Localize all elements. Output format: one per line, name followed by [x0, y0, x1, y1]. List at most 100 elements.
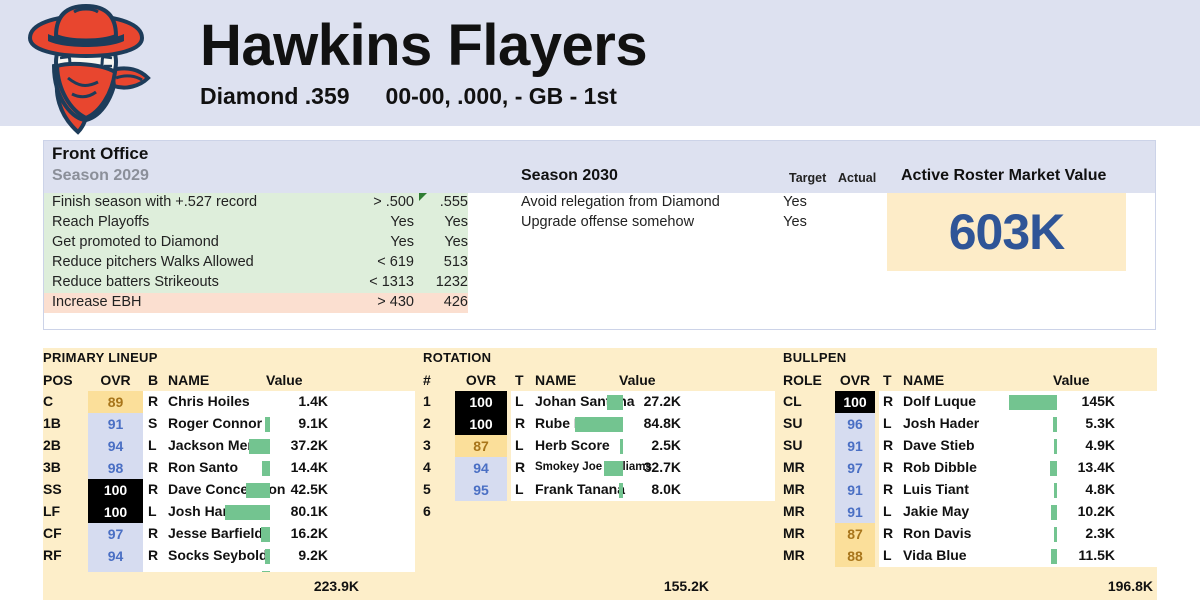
player-value-bar	[249, 439, 270, 454]
goal-actual: 1232	[435, 274, 468, 290]
market-value-amount: 603K	[948, 204, 1066, 260]
season-2029-label: Season 2029	[52, 167, 149, 184]
col-header-hand: B	[148, 372, 159, 388]
player-position: MR	[783, 547, 805, 563]
player-value: 11.5K	[1078, 547, 1115, 563]
player-value: 145K	[1081, 393, 1115, 409]
player-overall-rating: 91	[88, 413, 143, 435]
player-value: 9.1K	[298, 415, 328, 431]
table-row[interactable]: 2100RRube Foster84.8K	[415, 413, 775, 435]
goal-target: Yes	[783, 194, 807, 210]
table-row[interactable]: SS 100 R Dave Concepcion 42.5K	[43, 479, 415, 501]
primary-lineup-table: PRIMARY LINEUP POS OVR B NAME Value C 89 R Chris …	[43, 348, 415, 600]
table-row[interactable]: 4 94 R Smokey Joe Williams 32.7K	[415, 457, 775, 479]
goal-label: Increase EBH	[52, 294, 142, 310]
table-row[interactable]: RF 94 R Socks Seybold 9.2K	[43, 545, 415, 567]
table-row[interactable]: MR 87 R Ron Davis 2.3K	[775, 523, 1157, 545]
player-value: 84.8K	[643, 415, 681, 431]
rotation-header-row: # OVR T NAME Value	[415, 370, 775, 390]
bullpen-header-row: ROLE OVR T NAME Value	[775, 370, 1157, 390]
roster-area: PRIMARY LINEUP POS OVR B NAME Value C 89 R Chris …	[43, 348, 1157, 600]
player-position: SU	[783, 415, 803, 431]
player-position: LF	[43, 503, 61, 519]
player-value: 1.4K	[298, 393, 328, 409]
player-handedness: R	[883, 437, 894, 453]
goal-label: Avoid relegation from Diamond	[521, 194, 720, 210]
player-overall-rating: 87	[455, 435, 507, 457]
col-header-name: NAME	[535, 372, 577, 388]
player-value-bar	[225, 505, 270, 520]
table-row[interactable]: 1 100 L Johan Santana 27.2K	[415, 391, 775, 413]
goal-row: Upgrade offense somehow Yes	[521, 213, 891, 233]
bullpen-table: BULLPEN ROLE OVR T NAME Value CL 100 R Dolf Luque…	[775, 348, 1157, 600]
goal-label: Reduce batters Strikeouts	[52, 274, 219, 290]
player-overall-rating: 91	[835, 479, 875, 501]
table-row[interactable]: LF 100 L Josh Hamilton 80.1K	[43, 501, 415, 523]
table-row[interactable]: 3 87 L Herb Score 2.5K	[415, 435, 775, 457]
player-handedness: R	[148, 481, 159, 497]
table-row[interactable]: 1B 91 S Roger Connor 9.1K	[43, 413, 415, 435]
player-handedness: L	[515, 393, 524, 409]
col-header-pos: ROLE	[783, 372, 822, 388]
player-position: 5	[423, 481, 431, 497]
table-row[interactable]: CL 100 R Dolf Luque 145K	[775, 391, 1157, 413]
table-row[interactable]: C 89 R Chris Hoiles 1.4K	[43, 391, 415, 413]
goal-actual: .555	[439, 194, 468, 210]
rotation-section-title: ROTATION	[423, 350, 492, 365]
front-office-panel: Front Office Season 2029 Season 2030 Tar…	[43, 140, 1156, 330]
col-header-ovr: OVR	[465, 372, 497, 388]
player-value: 16.2K	[290, 525, 328, 541]
player-overall-rating: 88	[835, 545, 875, 567]
rotation-table: ROTATION # OVR T NAME Value 1 100 L Johan Santana…	[415, 348, 775, 600]
player-position: 2	[423, 415, 431, 431]
player-position: 6	[423, 503, 431, 519]
player-value-bar	[604, 461, 623, 476]
table-row[interactable]: 6	[415, 501, 775, 523]
table-row[interactable]: MR 91 L Jakie May 10.2K	[775, 501, 1157, 523]
player-overall-rating: 94	[88, 435, 143, 457]
totals-row: 223.9K 155.2K 196.8K	[43, 572, 1157, 600]
player-value: 14.4K	[290, 459, 328, 475]
player-overall-rating: 100	[835, 391, 875, 413]
col-header-value: Value	[266, 372, 303, 388]
goal-target: > .500	[373, 194, 414, 210]
player-value-bar	[1009, 395, 1057, 410]
player-name: Chris Hoiles	[168, 393, 250, 409]
table-row[interactable]: CF 97 R Jesse Barfield 16.2K	[43, 523, 415, 545]
goal-row: Get promoted to Diamond Yes Yes	[44, 233, 468, 253]
player-handedness: R	[515, 415, 526, 431]
table-row[interactable]: 5 95 L Frank Tanana 8.0K	[415, 479, 775, 501]
player-name: Frank Tanana	[535, 481, 625, 497]
goal-row: Avoid relegation from Diamond Yes	[521, 193, 891, 213]
cowboy-baseball-logo	[16, 3, 156, 136]
table-row[interactable]: 3B 98 R Ron Santo 14.4K	[43, 457, 415, 479]
table-row[interactable]: MR 97 R Rob Dibble 13.4K	[775, 457, 1157, 479]
col-header-hand: T	[883, 372, 892, 388]
col-header-value: Value	[1053, 372, 1090, 388]
player-handedness: S	[148, 415, 158, 431]
player-handedness: R	[883, 459, 894, 475]
table-row[interactable]: MR 88 L Vida Blue 11.5K	[775, 545, 1157, 567]
goal-actual: 426	[443, 294, 468, 310]
player-name: Ron Davis	[903, 525, 972, 541]
goal-label: Finish season with +.527 record	[52, 194, 258, 210]
player-handedness: R	[515, 459, 526, 475]
goal-target: Yes	[783, 214, 807, 230]
goal-actual: 513	[443, 254, 468, 270]
goal-label: Upgrade offense somehow	[521, 214, 695, 230]
season-2029-goals-list: Finish season with +.527 record > .500 .55…	[44, 193, 468, 313]
goal-row: Reduce batters Strikeouts < 1313 1232	[44, 273, 468, 293]
player-handedness: L	[515, 437, 524, 453]
goal-row: Finish season with +.527 record > .500 .55…	[44, 193, 468, 213]
table-row[interactable]: SU 91 R Dave Stieb 4.9K	[775, 435, 1157, 457]
actual-column-header: Actual	[838, 171, 877, 185]
rotation-total-value: 155.2K	[663, 578, 709, 594]
lineup-header-row: POS OVR B NAME Value	[43, 370, 415, 390]
player-value-bar	[246, 483, 270, 498]
player-name: Dave Stieb	[903, 437, 975, 453]
player-handedness: L	[883, 547, 892, 563]
table-row[interactable]: 2B 94 L Jackson Merrill 37.2K	[43, 435, 415, 457]
goal-label: Reach Playoffs	[52, 214, 150, 230]
table-row[interactable]: MR 91 R Luis Tiant 4.8K	[775, 479, 1157, 501]
table-row[interactable]: SU 96 L Josh Hader 5.3K	[775, 413, 1157, 435]
